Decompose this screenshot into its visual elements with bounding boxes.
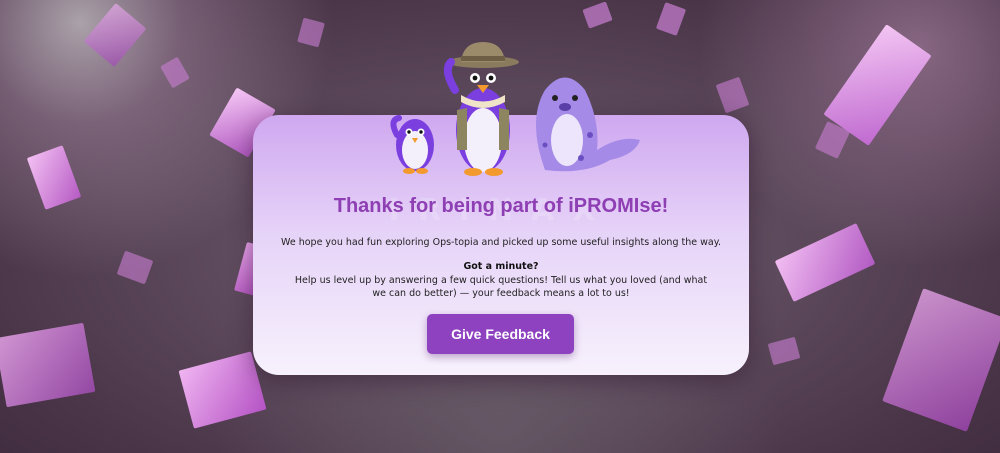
- modal-body-text: Help us level up by answering a few quic…: [294, 275, 708, 299]
- modal-intro-text: We hope you had fun exploring Ops-topia …: [281, 237, 721, 248]
- confetti-ribbon: [297, 17, 325, 48]
- modal-title: Thanks for being part of iPROMIse!: [333, 195, 669, 217]
- confetti-ribbon: [582, 1, 613, 29]
- seal-icon: [536, 77, 640, 172]
- confetti-ribbon: [774, 223, 876, 302]
- confetti-ribbon: [715, 76, 750, 114]
- penguin-small-icon: [390, 115, 434, 174]
- penguin-explorer-icon: [443, 42, 519, 176]
- confetti-ribbon: [882, 288, 1000, 432]
- confetti-ribbon: [116, 250, 154, 285]
- confetti-ribbon: [83, 2, 147, 68]
- give-feedback-button[interactable]: Give Feedback: [427, 314, 574, 354]
- confetti-ribbon: [0, 322, 96, 408]
- confetti-ribbon: [178, 351, 267, 429]
- confetti-ribbon: [26, 145, 82, 210]
- modal-subheading: Got a minute?: [463, 261, 539, 272]
- confetti-ribbon: [160, 56, 190, 89]
- mascot-group: [390, 42, 640, 176]
- confetti-ribbon: [767, 336, 801, 366]
- confetti-ribbon: [655, 2, 687, 36]
